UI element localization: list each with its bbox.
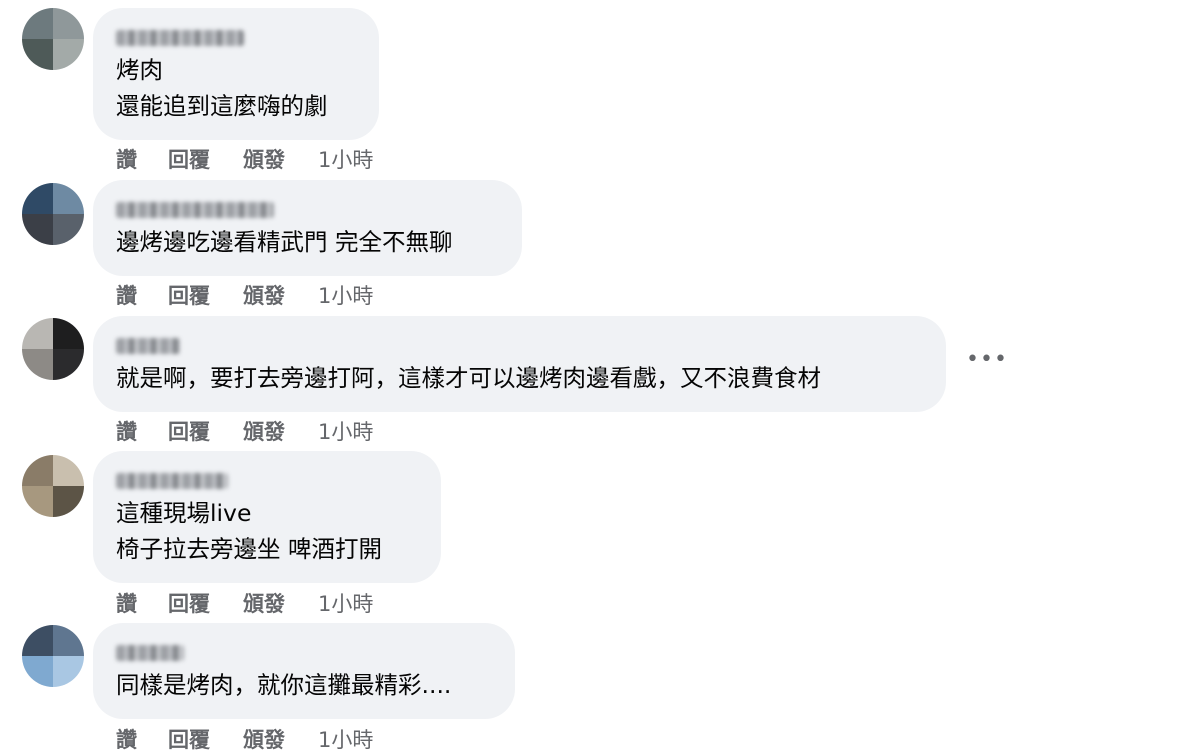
like-button[interactable]: 讚 (116, 144, 137, 174)
comment-text: 同樣是烤肉，就你這攤最精彩.... (116, 671, 452, 699)
timestamp[interactable]: 1小時 (318, 724, 373, 754)
author-name[interactable] (116, 202, 274, 218)
comment-text: 這種現場live (116, 499, 252, 527)
comment-bubble: 烤肉 還能追到這麼嗨的劇 (93, 8, 379, 140)
like-button[interactable]: 讚 (116, 416, 137, 446)
timestamp[interactable]: 1小時 (318, 416, 373, 446)
award-button[interactable]: 頒發 (243, 724, 285, 754)
comment-text: 椅子拉去旁邊坐 啤酒打開 (116, 535, 382, 563)
author-name[interactable] (116, 30, 244, 46)
avatar[interactable] (22, 318, 84, 380)
timestamp[interactable]: 1小時 (318, 588, 373, 618)
reply-button[interactable]: 回覆 (168, 280, 210, 310)
timestamp[interactable]: 1小時 (318, 280, 373, 310)
comment-text: 邊烤邊吃邊看精武門 完全不無聊 (116, 228, 453, 256)
comment-bubble: 邊烤邊吃邊看精武門 完全不無聊 (93, 180, 522, 276)
more-options-icon[interactable]: ••• (966, 349, 1007, 371)
comment-bubble: 同樣是烤肉，就你這攤最精彩.... (93, 623, 515, 719)
like-button[interactable]: 讚 (116, 724, 137, 754)
timestamp[interactable]: 1小時 (318, 144, 373, 174)
comment-text: 就是啊，要打去旁邊打阿，這樣才可以邊烤肉邊看戲，又不浪費食材 (116, 364, 821, 392)
comment-thread: 烤肉 還能追到這麼嗨的劇 讚 回覆 頒發 1小時 邊烤邊吃邊看精武門 完全不無聊… (0, 0, 1202, 754)
author-name[interactable] (116, 473, 228, 489)
reply-button[interactable]: 回覆 (168, 144, 210, 174)
award-button[interactable]: 頒發 (243, 588, 285, 618)
reply-button[interactable]: 回覆 (168, 724, 210, 754)
like-button[interactable]: 讚 (116, 280, 137, 310)
comment-text: 還能追到這麼嗨的劇 (116, 92, 328, 120)
comment-bubble: 就是啊，要打去旁邊打阿，這樣才可以邊烤肉邊看戲，又不浪費食材 (93, 316, 946, 412)
award-button[interactable]: 頒發 (243, 144, 285, 174)
avatar[interactable] (22, 455, 84, 517)
like-button[interactable]: 讚 (116, 588, 137, 618)
award-button[interactable]: 頒發 (243, 280, 285, 310)
comment-bubble: 這種現場live 椅子拉去旁邊坐 啤酒打開 (93, 451, 441, 583)
award-button[interactable]: 頒發 (243, 416, 285, 446)
avatar[interactable] (22, 625, 84, 687)
author-name[interactable] (116, 338, 180, 354)
avatar[interactable] (22, 8, 84, 70)
comment-text: 烤肉 (116, 56, 163, 84)
reply-button[interactable]: 回覆 (168, 416, 210, 446)
avatar[interactable] (22, 183, 84, 245)
reply-button[interactable]: 回覆 (168, 588, 210, 618)
author-name[interactable] (116, 645, 184, 661)
